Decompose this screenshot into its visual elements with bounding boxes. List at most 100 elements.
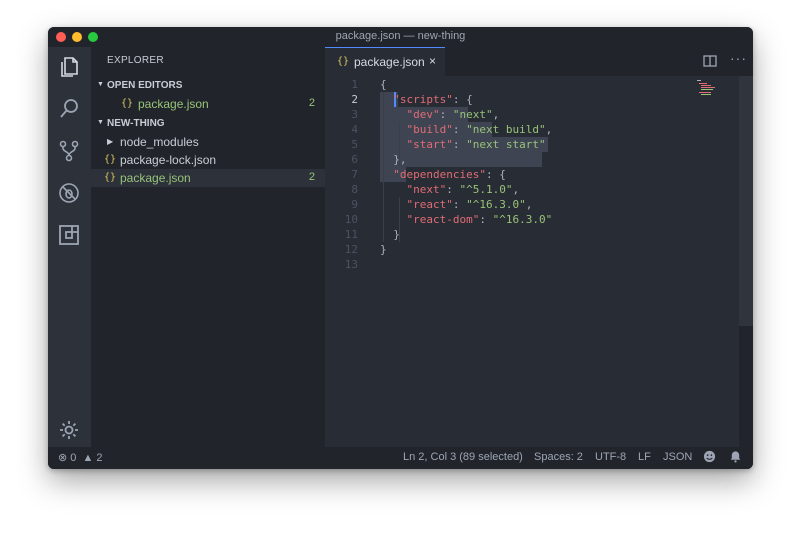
line-number: 1 (351, 78, 358, 91)
warning-icon: ▲ (82, 452, 94, 464)
extensions-icon[interactable] (57, 223, 81, 247)
code-token: "next" (452, 108, 493, 121)
smiley-icon[interactable] (703, 450, 716, 466)
open-editors-label: OPEN EDITORS (107, 80, 183, 91)
code-line: "next": "^5.1.0", (406, 183, 520, 196)
tab-bar: {} package.json × ··· (325, 47, 753, 77)
search-icon[interactable] (57, 97, 81, 121)
vscode-window: package.json — new-thing EXPLORER ▼ OPEN… (48, 27, 753, 469)
code-token: "start" (406, 138, 453, 151)
code-line: "react": "^16.3.0", (406, 198, 533, 211)
cursor-position[interactable]: Ln 2, Col 3 (89 selected) (403, 451, 523, 463)
json-file-icon: {} (121, 98, 134, 109)
line-number: 12 (344, 243, 358, 256)
status-bar: ⊗ 0 ▲ 2 Ln 2, Col 3 (89 selected) Spaces… (48, 447, 753, 469)
code-token: "next" (406, 183, 447, 196)
code-token: "scripts" (393, 93, 453, 106)
tab-label: package.json (354, 55, 425, 69)
file-name: package-lock.json (120, 153, 217, 167)
open-editors-section[interactable]: ▼ OPEN EDITORS (91, 77, 325, 95)
folder-item-node-modules[interactable]: ▶ node_modules (91, 133, 325, 151)
code-editor[interactable]: 1 2 3 4 5 6 7 8 9 10 11 12 13 { "scripts… (325, 76, 739, 447)
line-number: 10 (344, 213, 358, 226)
line-number: 2 (351, 93, 358, 106)
code-token: }, (393, 153, 407, 166)
line-number: 11 (344, 228, 358, 241)
split-editor-icon[interactable] (703, 54, 717, 68)
line-number: 9 (351, 198, 358, 211)
title-bar: package.json — new-thing (48, 27, 753, 47)
code-token: { (380, 78, 387, 91)
code-token: } (380, 243, 387, 256)
source-control-icon[interactable] (57, 139, 81, 163)
code-token: "next start" (466, 138, 546, 151)
activity-bar (48, 47, 91, 447)
gear-icon[interactable] (57, 418, 81, 442)
code-line: "start": "next start" (406, 138, 546, 151)
json-file-icon: {} (337, 56, 350, 67)
line-number: 4 (351, 123, 358, 136)
file-item-package-lock-json[interactable]: {} package-lock.json (91, 151, 325, 169)
language-mode[interactable]: JSON (663, 451, 692, 463)
caret-down-icon: ▼ (97, 119, 104, 126)
more-icon[interactable]: ··· (730, 50, 747, 66)
project-label: NEW-THING (107, 118, 165, 129)
window-title: package.json — new-thing (335, 30, 466, 42)
open-editor-item-package-json[interactable]: {} package.json 2 (91, 95, 325, 113)
caret-down-icon: ▼ (97, 81, 104, 88)
code-token: "react-dom" (406, 213, 480, 226)
debug-icon[interactable] (57, 181, 81, 205)
code-token: "^5.1.0" (459, 183, 513, 196)
code-line: "react-dom": "^16.3.0" (406, 213, 553, 226)
code-token: } (393, 228, 400, 241)
file-name: package.json (138, 97, 209, 111)
files-icon[interactable] (57, 55, 81, 79)
json-file-icon: {} (104, 154, 117, 165)
line-number: 8 (351, 183, 358, 196)
code-line: } (380, 242, 387, 257)
line-number: 6 (351, 153, 358, 166)
project-section[interactable]: ▼ NEW-THING (91, 115, 325, 133)
code-line: "build": "next build", (406, 123, 553, 136)
line-number: 7 (351, 168, 358, 181)
bell-icon[interactable] (729, 450, 742, 466)
code-token: "dependencies" (393, 168, 486, 181)
code-token: "react" (406, 198, 453, 211)
code-line: { (380, 77, 387, 92)
error-icon: ⊗ (58, 452, 68, 464)
code-line: }, (380, 152, 407, 167)
vertical-scrollbar[interactable] (739, 76, 753, 447)
line-number: 5 (351, 138, 358, 151)
line-number: 3 (351, 108, 358, 121)
problem-count-badge: 2 (308, 171, 315, 183)
chevron-right-icon: ▶ (107, 137, 114, 146)
code-line: } (380, 227, 400, 242)
folder-name: node_modules (120, 135, 199, 149)
file-name: package.json (120, 171, 191, 185)
line-number: 13 (344, 258, 358, 271)
problems-indicator[interactable]: ⊗ 0 ▲ 2 (58, 451, 103, 464)
code-token: "^16.3.0" (492, 213, 553, 226)
indentation-setting[interactable]: Spaces: 2 (534, 451, 583, 463)
file-item-package-json[interactable]: {} package.json 2 (91, 169, 325, 187)
error-count: 0 (70, 452, 77, 464)
scrollbar-thumb[interactable] (739, 76, 753, 326)
code-line: "dev": "next", (406, 108, 500, 121)
problem-count-badge: 2 (308, 97, 315, 109)
tab-package-json[interactable]: {} package.json × (325, 47, 445, 77)
minimap[interactable] (695, 79, 717, 97)
editor-area: {} package.json × ··· 1 2 3 4 5 6 7 8 9 … (325, 47, 753, 447)
code-token: "next build" (466, 123, 546, 136)
explorer-sidebar: EXPLORER ▼ OPEN EDITORS {} package.json … (91, 47, 325, 447)
explorer-title: EXPLORER (107, 55, 164, 66)
code-token: "dev" (406, 108, 440, 121)
code-token: "build" (406, 123, 453, 136)
code-line: "dependencies": { (393, 168, 506, 181)
json-file-icon: {} (104, 172, 117, 183)
code-token: "^16.3.0" (466, 198, 526, 211)
eol-setting[interactable]: LF (638, 451, 651, 463)
warning-count: 2 (96, 452, 103, 464)
encoding-setting[interactable]: UTF-8 (595, 451, 626, 463)
close-icon[interactable]: × (429, 54, 436, 68)
code-line: "scripts": { (393, 93, 473, 106)
